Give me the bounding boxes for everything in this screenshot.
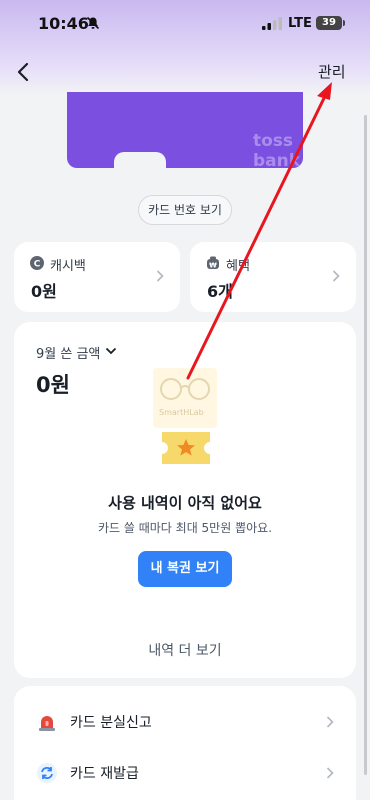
status-time: 10:46 — [38, 14, 89, 33]
empty-state-subtitle: 카드 쓸 때마다 최대 5만원 뽑아요. — [97, 521, 273, 535]
month-selector[interactable]: 9월 쓴 금액 — [36, 343, 100, 362]
scrollbar[interactable] — [364, 115, 367, 775]
siren-icon — [39, 716, 55, 731]
manage-button[interactable]: 관리 — [318, 61, 346, 82]
cashback-value: 0원 — [31, 282, 57, 301]
svg-text:₩: ₩ — [209, 262, 217, 270]
watermark-text: SmartHLab — [159, 408, 204, 417]
ticket-icon — [162, 432, 210, 464]
card-image[interactable]: toss bank — [67, 92, 303, 168]
reissue-icon — [37, 763, 57, 783]
spending-card: 9월 쓴 금액 0원 SmartHLab 사용 내역이 아직 없어요 카드 쓸 … — [14, 322, 356, 678]
menu-label: 카드 재발급 — [70, 766, 139, 782]
chevron-down-icon[interactable] — [105, 347, 117, 355]
chevron-right-icon — [326, 716, 334, 728]
menu-label: 카드 분실신고 — [70, 715, 152, 731]
status-bar: 10:46 LTE 39 — [0, 0, 370, 48]
card-number-button[interactable]: 카드 번호 보기 — [138, 195, 232, 225]
benefit-value: 6개 — [207, 282, 233, 301]
glasses-icon — [160, 378, 210, 400]
card-reissue-item[interactable]: 카드 재발급 — [14, 749, 356, 797]
back-arrow-icon[interactable] — [12, 60, 36, 84]
empty-state-title: 사용 내역이 아직 없어요 — [108, 494, 262, 512]
watermark-logo: SmartHLab — [153, 368, 217, 428]
spent-amount: 0원 — [36, 373, 70, 397]
battery-tip — [343, 20, 345, 26]
cashback-tile[interactable]: C 캐시백 0원 — [14, 242, 180, 312]
report-lost-card-item[interactable]: 카드 분실신고 — [14, 698, 356, 746]
benefit-bag-icon: ₩ — [207, 256, 219, 270]
cashback-coin-icon: C — [30, 256, 44, 270]
svg-text:C: C — [34, 260, 41, 270]
chevron-right-icon — [332, 270, 340, 282]
card-brand-text: toss bank — [253, 131, 301, 168]
network-type: LTE — [288, 16, 312, 31]
bell-mute-icon — [86, 16, 100, 30]
benefit-tile[interactable]: ₩ 혜택 6개 — [190, 242, 356, 312]
chevron-right-icon — [326, 767, 334, 779]
card-menu: 카드 분실신고 카드 재발급 — [14, 686, 356, 800]
card-notch — [114, 152, 166, 172]
chevron-right-icon — [156, 270, 164, 282]
signal-icon — [262, 17, 282, 30]
benefit-label: 혜택 — [226, 259, 250, 274]
my-lottery-button[interactable]: 내 복권 보기 — [138, 551, 232, 587]
battery-icon: 39 — [316, 16, 342, 30]
cashback-label: 캐시백 — [50, 259, 86, 274]
more-history-link[interactable]: 내역 더 보기 — [14, 640, 356, 660]
